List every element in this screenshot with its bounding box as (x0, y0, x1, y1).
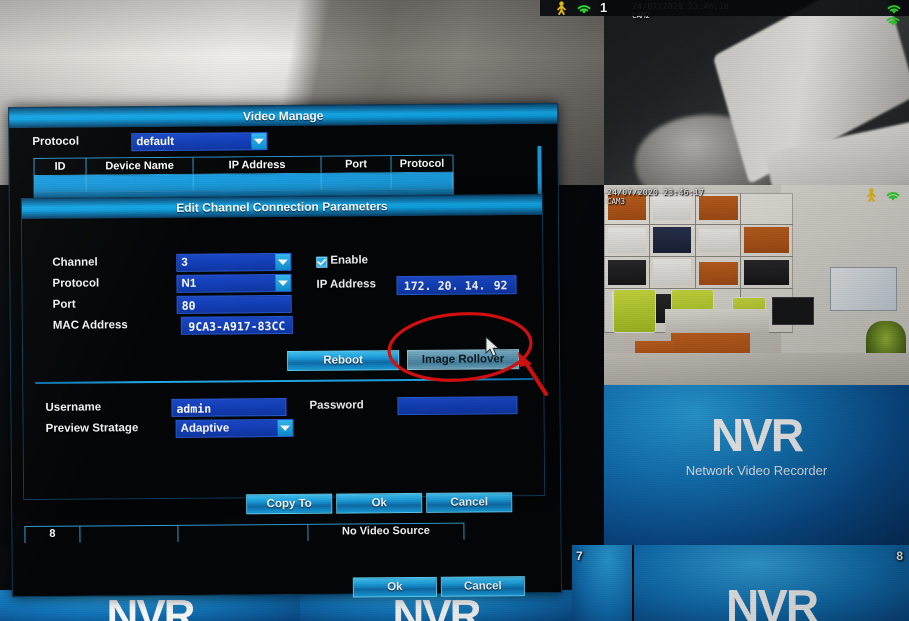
edit-channel-dialog[interactable]: Edit Channel Connection Parameters Chann… (20, 193, 546, 515)
person-icon (556, 1, 567, 20)
protocol-select[interactable]: default (131, 132, 268, 152)
preview-stratage-select[interactable]: Adaptive (175, 418, 294, 438)
section-divider (35, 378, 534, 384)
protocol-select[interactable]: N1 (176, 273, 292, 293)
camera-cell-nvr-splash[interactable]: 8 NVR (634, 545, 909, 621)
col-protocol: Protocol (391, 155, 453, 173)
nvr-logo-text: NVR (710, 409, 804, 461)
protocol-label: Protocol (52, 277, 100, 290)
wifi-icon (576, 2, 592, 20)
enable-checkbox[interactable] (316, 256, 328, 268)
ip-octet-4: 92 (493, 277, 508, 292)
channel-row-status: No Video Source (308, 522, 465, 541)
preview-stratage-label: Preview Stratage (45, 422, 139, 435)
nvr-logo-text: NVR (392, 594, 482, 621)
channel-row[interactable]: 8 No Video Source (24, 522, 465, 544)
office-desk (665, 309, 769, 333)
camera-cell-office[interactable]: 24/07/2020 23:46:17 CAM3 (604, 185, 909, 385)
monitor (771, 297, 815, 325)
enable-label: Enable (330, 254, 369, 267)
wifi-icon (886, 2, 902, 20)
nvr-logo-subtitle: Network Video Recorder (685, 463, 828, 478)
col-id: ID (34, 158, 87, 175)
camera-cell-nvr-splash[interactable]: 7 (572, 545, 632, 621)
person-icon (866, 188, 877, 207)
protocol-select-value: N1 (181, 277, 197, 290)
edit-channel-cancel-button[interactable]: Cancel (426, 492, 513, 513)
col-device-name: Device Name (86, 157, 194, 175)
osd-camera-name: CAM3 (607, 197, 626, 206)
ip-address-input[interactable]: 172 . 20 . 14 . 92 (396, 275, 517, 296)
wall-poster (829, 267, 897, 311)
col-port: Port (321, 156, 392, 173)
protocol-label: Protocol (32, 135, 80, 148)
video-manage-cancel-button[interactable]: Cancel (440, 576, 525, 597)
chevron-down-icon (275, 274, 291, 292)
chevron-down-icon (275, 253, 291, 271)
ip-octet-3: 14 (464, 277, 479, 293)
channel-label: Channel (52, 256, 98, 269)
preview-stratage-value: Adaptive (180, 422, 230, 435)
copy-to-button[interactable]: Copy To (246, 493, 333, 515)
channel-select-value: 3 (181, 256, 188, 269)
password-input[interactable] (397, 396, 518, 416)
password-label: Password (309, 399, 364, 412)
channel-number: 8 (896, 549, 903, 563)
channel-row-id: 8 (24, 525, 81, 544)
channel-row-device-name (80, 524, 179, 543)
reboot-button[interactable]: Reboot (287, 350, 400, 371)
nvr-logo-text: NVR (106, 594, 196, 621)
osd-timestamp: 24/07/2020 23:46:17 (607, 188, 705, 197)
chevron-down-icon (251, 133, 267, 150)
image-rollover-button[interactable]: Image Rollover (407, 349, 520, 371)
ip-octet-2: 20 (437, 278, 452, 293)
camera-cell-top[interactable]: 24/07/2020 23:46:16 CAM2 (604, 0, 909, 185)
status-bar: 1 (540, 0, 909, 16)
edit-channel-body: Channel Protocol Port MAC Address 3 N1 8… (21, 214, 545, 515)
port-label: Port (52, 298, 76, 311)
channel-number: 7 (576, 549, 583, 563)
camera-cell-nvr-splash[interactable]: NVR Network Video Recorder (604, 385, 909, 545)
channel-select[interactable]: 3 (176, 252, 292, 272)
office-chair (613, 289, 656, 333)
username-label: Username (45, 401, 102, 414)
col-ip-address: IP Address (193, 156, 322, 174)
username-input[interactable]: admin (171, 397, 287, 417)
wifi-icon (885, 189, 901, 207)
port-input[interactable]: 80 (176, 294, 292, 314)
channel-row-ip (178, 523, 309, 542)
video-manage-ok-button[interactable]: Ok (352, 576, 437, 598)
protocol-select-value: default (136, 135, 175, 149)
mac-address-input[interactable]: 9CA3-A917-83CC (180, 315, 293, 335)
mac-address-label: MAC Address (52, 319, 128, 332)
nvr-logo-text: NVR (725, 583, 819, 621)
chevron-down-icon (277, 419, 293, 437)
edit-channel-ok-button[interactable]: Ok (336, 492, 423, 514)
channel-number: 1 (600, 0, 608, 15)
ip-octet-1: 172 (403, 278, 425, 293)
ip-address-label: IP Address (316, 278, 377, 291)
mouse-cursor (485, 336, 500, 357)
screen: 24/07/2020 23:46:16 CAM2 (0, 0, 909, 621)
